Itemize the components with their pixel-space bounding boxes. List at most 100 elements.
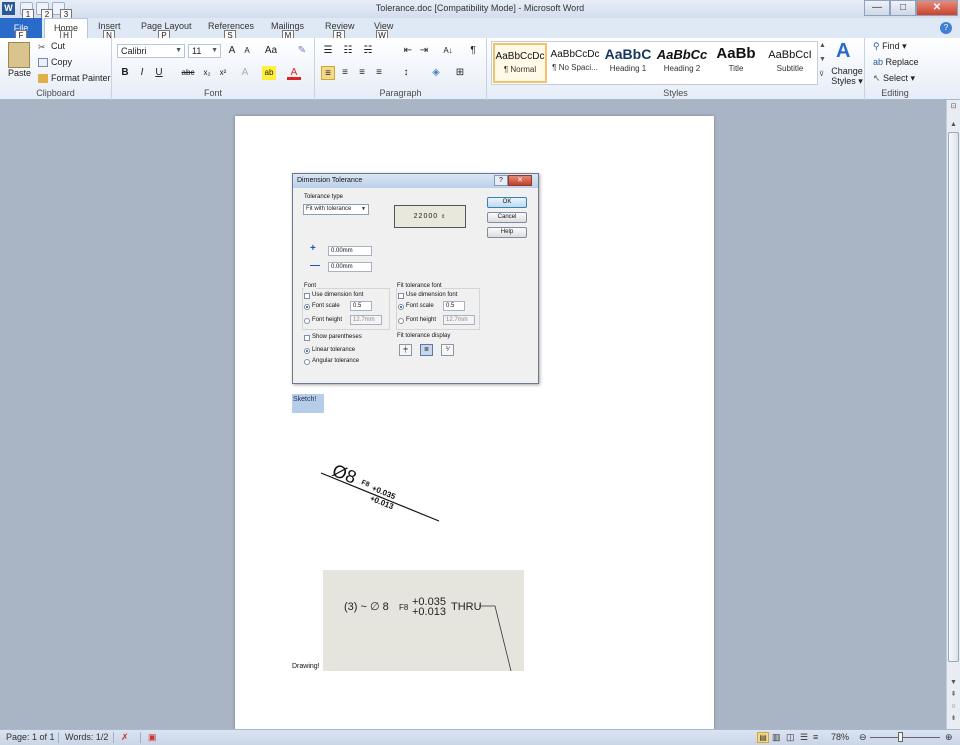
change-styles-button[interactable]: Change Styles ▾: [831, 66, 863, 86]
gallery-scroll-down[interactable]: ▼: [819, 56, 826, 63]
scroll-down-icon[interactable]: ▼: [948, 678, 959, 688]
draft-view-icon[interactable]: ≡: [813, 732, 818, 742]
paste-icon[interactable]: [8, 42, 30, 68]
ruler-toggle-icon[interactable]: ⊡: [948, 102, 959, 112]
find-button[interactable]: ⚲ Find ▾: [873, 41, 907, 52]
bold-icon[interactable]: B: [118, 66, 132, 80]
close-button[interactable]: ✕: [916, 0, 958, 16]
proofing-icon[interactable]: ✗: [121, 732, 129, 743]
numbering-icon[interactable]: ☷: [341, 44, 355, 58]
select-button[interactable]: ↖ Select ▾: [873, 73, 915, 84]
scissors-icon: ✂: [38, 42, 46, 53]
style-title[interactable]: AaBb Title: [709, 43, 763, 83]
justify-icon[interactable]: ≡: [372, 66, 386, 80]
fit-font-group-label: Fit tolerance font: [397, 283, 442, 289]
sketch-label[interactable]: Sketch!: [292, 394, 324, 413]
style-normal[interactable]: AaBbCcDc ¶ Normal: [493, 43, 547, 83]
gallery-more[interactable]: ⊽: [819, 70, 824, 78]
macro-record-icon[interactable]: ▣: [148, 732, 157, 743]
word-count-status[interactable]: Words: 1/2: [65, 732, 108, 742]
next-page-icon[interactable]: ⇟: [948, 714, 959, 724]
status-separator: [140, 732, 141, 743]
increase-indent-icon[interactable]: ⇥: [417, 44, 431, 58]
show-parentheses-checkbox: [304, 335, 310, 341]
align-left-icon[interactable]: ≡: [321, 66, 335, 80]
minus-icon: —: [310, 260, 320, 271]
scroll-up-icon[interactable]: ▲: [948, 120, 959, 130]
window-title: Tolerance.doc [Compatibility Mode] - Mic…: [375, 3, 585, 13]
text-effects-icon[interactable]: A: [238, 66, 252, 80]
shrink-font-icon[interactable]: A: [240, 44, 254, 58]
outline-view-icon[interactable]: ☰: [800, 732, 808, 743]
style-heading-2[interactable]: AaBbCc Heading 2: [655, 43, 709, 83]
bullets-icon[interactable]: ☰: [321, 44, 335, 58]
font-name-combo[interactable]: Calibri ▼: [117, 44, 185, 58]
font-color-icon[interactable]: A: [287, 66, 301, 80]
web-layout-icon[interactable]: ◫: [786, 732, 795, 743]
drawing-callout-image[interactable]: (3) ~ ∅ 8 F8 +0.035 +0.013 THRU: [323, 570, 524, 671]
scrollbar-thumb[interactable]: [948, 132, 959, 662]
linear-tolerance-radio: [304, 348, 310, 354]
page-count-status[interactable]: Page: 1 of 1: [6, 732, 55, 742]
line-spacing-icon[interactable]: ↕: [399, 66, 413, 80]
underline-icon[interactable]: U: [152, 66, 166, 80]
dialog-cancel-button: Cancel: [487, 212, 527, 223]
style-heading-1[interactable]: AaBbC Heading 1: [601, 43, 655, 83]
zoom-level[interactable]: 78%: [831, 732, 849, 742]
dialog-close-icon: ✕: [508, 175, 532, 186]
browse-object-icon[interactable]: ○: [948, 702, 959, 712]
maximize-button[interactable]: □: [890, 0, 916, 16]
font-height-radio: [304, 318, 310, 324]
subscript-icon[interactable]: x₂: [200, 66, 214, 80]
style-no-spacing[interactable]: AaBbCcDc ¶ No Spaci...: [548, 43, 602, 83]
superscript-icon[interactable]: x²: [216, 66, 230, 80]
drawing-label[interactable]: Drawing!: [292, 663, 320, 670]
chevron-down-icon: ▼: [211, 47, 218, 54]
clear-format-icon[interactable]: ✎: [295, 44, 309, 58]
zoom-in-icon[interactable]: ⊕: [945, 732, 953, 743]
sort-icon[interactable]: A↓: [441, 44, 455, 58]
font-group: Calibri ▼ 11 ▼ A A Aa ✎ B I U abc x₂ x² A …: [112, 38, 315, 100]
styles-group-label: Styles: [663, 88, 688, 98]
sketch-dimension-figure[interactable]: Ø8 F8 +0.035 +0.013: [315, 455, 445, 527]
dimension-tolerance-dialog-image[interactable]: Dimension Tolerance ? ✕ Tolerance type F…: [292, 173, 539, 384]
format-painter-button[interactable]: Format Painter: [38, 73, 111, 84]
plus-tolerance-input: 0.00mm: [328, 246, 372, 256]
gallery-scroll-up[interactable]: ▲: [819, 42, 826, 49]
font-group-label: Font: [203, 88, 222, 98]
strikethrough-icon[interactable]: abc: [178, 66, 198, 80]
italic-icon[interactable]: I: [135, 66, 149, 80]
grow-font-icon[interactable]: A: [225, 44, 239, 58]
brush-icon: [38, 74, 48, 84]
drawing-fit-text: F8: [399, 603, 409, 612]
align-right-icon[interactable]: ≡: [355, 66, 369, 80]
paste-button[interactable]: Paste: [8, 68, 31, 78]
decrease-indent-icon[interactable]: ⇤: [401, 44, 415, 58]
zoom-slider[interactable]: [870, 737, 940, 738]
tolerance-type-label: Tolerance type: [304, 194, 344, 200]
help-icon[interactable]: ?: [940, 22, 952, 34]
fit-font-scale-radio: [398, 304, 404, 310]
borders-icon[interactable]: ⊞: [453, 66, 467, 80]
ribbon-tabs: File Home Insert Page Layout References …: [0, 18, 960, 41]
shading-icon[interactable]: ◈: [429, 66, 443, 80]
align-center-icon[interactable]: ≡: [338, 66, 352, 80]
replace-button[interactable]: ab Replace: [873, 57, 919, 67]
multilevel-list-icon[interactable]: ☵: [361, 44, 375, 58]
print-layout-view-icon[interactable]: ▤: [757, 732, 769, 743]
change-case-icon[interactable]: Aa: [264, 44, 278, 58]
cut-button[interactable]: ✂ Cut: [38, 41, 65, 53]
highlight-icon[interactable]: ab: [262, 66, 276, 80]
minimize-button[interactable]: —: [864, 0, 890, 16]
zoom-slider-thumb[interactable]: [898, 732, 903, 742]
previous-page-icon[interactable]: ⇞: [948, 690, 959, 700]
full-screen-reading-icon[interactable]: ▥: [772, 732, 781, 743]
show-formatting-icon[interactable]: ¶: [466, 44, 480, 58]
font-scale-label: Font scale: [312, 303, 340, 309]
font-size-combo[interactable]: 11 ▼: [188, 44, 221, 58]
change-styles-icon[interactable]: A: [836, 40, 850, 63]
style-subtitle[interactable]: AaBbCcI Subtitle: [763, 43, 817, 83]
copy-button[interactable]: Copy: [38, 57, 72, 68]
zoom-out-icon[interactable]: ⊖: [859, 732, 867, 743]
vertical-scrollbar[interactable]: ⊡ ▲ ▼ ⇞ ○ ⇟: [946, 100, 960, 729]
